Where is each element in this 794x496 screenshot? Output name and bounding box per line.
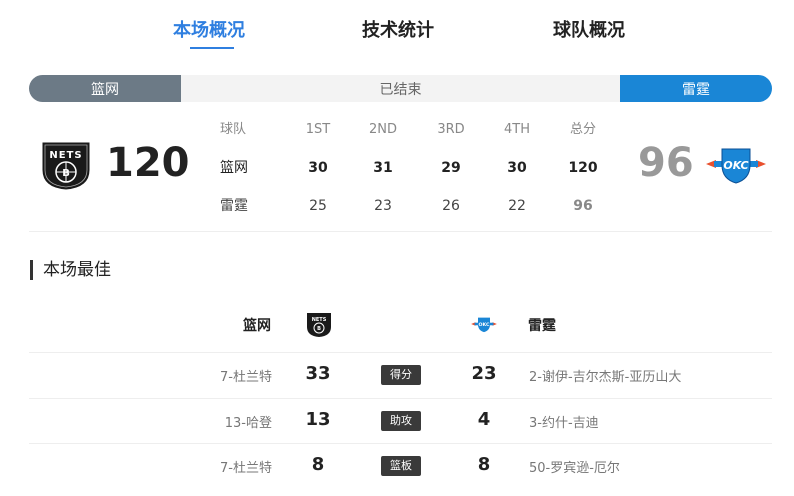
category-badge: 篮板 xyxy=(381,456,421,476)
home-player[interactable]: 7-杜兰特 xyxy=(220,366,272,385)
row-team: 篮网 xyxy=(220,160,248,176)
row-q4: 22 xyxy=(508,198,526,214)
status-away-team: 雷霆 xyxy=(620,75,772,102)
svg-text:OKC: OKC xyxy=(479,322,490,328)
active-tab-underline xyxy=(190,47,234,49)
tab-overview[interactable]: 本场概况 xyxy=(173,16,245,42)
away-player[interactable]: 50-罗宾逊-厄尔 xyxy=(529,457,620,476)
away-player[interactable]: 3-约什-吉迪 xyxy=(529,412,599,431)
category-badge: 得分 xyxy=(381,365,421,385)
game-state: 已结束 xyxy=(379,81,422,98)
home-player[interactable]: 13-哈登 xyxy=(225,412,272,431)
row-q2: 31 xyxy=(373,160,393,176)
tab-team-overview[interactable]: 球队概况 xyxy=(553,16,625,42)
row-total: 120 xyxy=(568,160,598,176)
row-q1: 30 xyxy=(308,160,328,176)
home-value: 13 xyxy=(305,409,331,430)
nets-logo-icon: NETS B xyxy=(307,313,331,337)
quarter-header-row: 球队 1ST 2ND 3RD 4TH 总分 xyxy=(215,118,610,156)
header-team: 球队 xyxy=(220,122,247,137)
home-player[interactable]: 7-杜兰特 xyxy=(220,457,272,476)
svg-text:NETS: NETS xyxy=(49,150,82,161)
away-value: 4 xyxy=(477,409,491,430)
row-q2: 23 xyxy=(374,198,392,214)
row-q3: 26 xyxy=(442,198,460,214)
table-row: 篮网 30 31 29 30 120 xyxy=(215,156,610,194)
best-away-team: 雷霆 xyxy=(528,318,556,334)
row-q3: 29 xyxy=(441,160,461,176)
header-q2: 2ND xyxy=(368,122,397,137)
header-q3: 3RD xyxy=(437,122,465,137)
section-divider xyxy=(29,231,772,232)
thunder-logo-icon: OKC xyxy=(706,148,766,184)
best-home-team: 篮网 xyxy=(243,318,271,334)
header-total: 总分 xyxy=(569,122,596,137)
table-row: 7-杜兰特 33 得分 23 2-谢伊-吉尔杰斯-亚历山大 xyxy=(29,352,772,397)
row-q1: 25 xyxy=(309,198,327,214)
row-q4: 30 xyxy=(507,160,527,176)
tab-bar: 本场概况 技术统计 球队概况 xyxy=(0,0,794,56)
svg-text:NETS: NETS xyxy=(312,317,327,323)
home-value: 33 xyxy=(305,363,331,384)
header-q4: 4TH xyxy=(504,122,530,137)
svg-text:OKC: OKC xyxy=(723,159,748,172)
table-row: 13-哈登 13 助攻 4 3-约什-吉迪 xyxy=(29,398,772,443)
section-title: 本场最佳 xyxy=(30,260,111,280)
home-value: 8 xyxy=(311,454,325,475)
category-badge: 助攻 xyxy=(381,411,421,431)
row-team: 雷霆 xyxy=(220,198,248,214)
away-player[interactable]: 2-谢伊-吉尔杰斯-亚历山大 xyxy=(529,366,681,385)
tab-stats[interactable]: 技术统计 xyxy=(362,16,434,42)
svg-text:B: B xyxy=(62,168,70,179)
quarter-score-table: 球队 1ST 2ND 3RD 4TH 总分 篮网 30 31 29 30 120… xyxy=(215,118,610,232)
thunder-logo-icon: OKC xyxy=(471,317,497,333)
header-q1: 1ST xyxy=(305,122,331,137)
status-home-team: 篮网 xyxy=(29,75,181,102)
nets-logo-icon: NETS B xyxy=(41,141,91,191)
table-row: 7-杜兰特 8 篮板 8 50-罗宾逊-厄尔 xyxy=(29,443,772,488)
away-value: 23 xyxy=(471,363,497,384)
away-score: 96 xyxy=(638,140,694,186)
row-total: 96 xyxy=(573,198,593,214)
table-row: 雷霆 25 23 26 22 96 xyxy=(215,194,610,232)
home-score: 120 xyxy=(106,140,190,186)
away-value: 8 xyxy=(477,454,491,475)
svg-text:B: B xyxy=(317,326,321,332)
game-status-bar: 篮网 已结束 雷霆 xyxy=(29,75,772,102)
